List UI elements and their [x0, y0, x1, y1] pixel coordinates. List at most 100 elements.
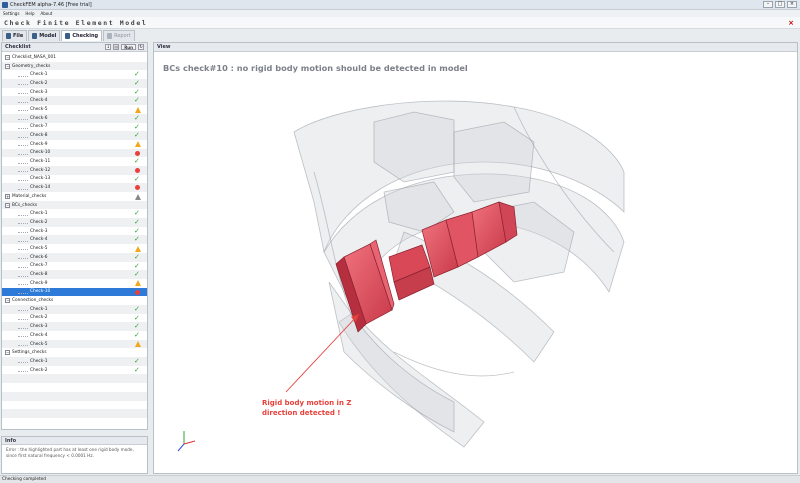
- download-icon[interactable]: ↓: [105, 44, 112, 50]
- check-heading: BCs check#10 : no rigid body motion shou…: [163, 63, 468, 73]
- trash-icon[interactable]: ▤: [113, 44, 120, 50]
- expand-toggle-icon[interactable]: −: [5, 63, 10, 69]
- maximize-icon[interactable]: □: [775, 1, 785, 8]
- tree-group[interactable]: − Connection_checks: [2, 296, 147, 305]
- expand-toggle-icon[interactable]: −: [5, 350, 10, 356]
- check-icon: [134, 71, 141, 78]
- close-window-icon[interactable]: ×: [787, 1, 797, 8]
- checklist-title: Checklist: [5, 44, 31, 50]
- checklist-tree: − Checklist_NASA_001− Geometry_checks Check…: [2, 53, 147, 429]
- tree-guide: [18, 368, 28, 373]
- tree-label: Check-1: [30, 358, 48, 364]
- tree-check-item[interactable]: Check-1: [2, 304, 147, 314]
- tree-check-item[interactable]: Check-14: [2, 183, 147, 192]
- tree-label: Check-2: [30, 80, 48, 86]
- tree-check-item[interactable]: Check-6: [2, 252, 147, 262]
- check-icon: [134, 219, 141, 226]
- tree-group[interactable]: − Geometry_checks: [2, 61, 147, 71]
- tree-label: Check-1: [30, 211, 48, 217]
- menu-help[interactable]: Help: [25, 11, 34, 16]
- check-icon: [134, 358, 141, 365]
- tree-check-item[interactable]: Check-5: [2, 244, 147, 253]
- tab-file[interactable]: File: [2, 30, 28, 41]
- view-panel: View BCs check#10: no rigid body motion…: [153, 42, 798, 474]
- check-icon: [134, 89, 141, 96]
- tree-check-item[interactable]: Check-4: [2, 331, 147, 340]
- tree-check-item[interactable]: Check-3: [2, 227, 147, 236]
- expand-toggle-icon[interactable]: −: [5, 298, 10, 304]
- tree-guide: [18, 333, 28, 338]
- tree-group[interactable]: − BCs_checks: [2, 200, 147, 210]
- tree-group[interactable]: + Material_checks: [2, 192, 147, 201]
- tree-label: Check-1: [30, 72, 48, 78]
- tab-checking[interactable]: Checking: [61, 30, 103, 41]
- tree-check-item[interactable]: Check-2: [2, 79, 147, 88]
- tab-model[interactable]: Model: [28, 30, 61, 41]
- check-icon: [134, 236, 141, 243]
- tree-check-item[interactable]: Check-12: [2, 165, 147, 175]
- minimize-icon[interactable]: –: [763, 1, 773, 8]
- tree-label: Check-10: [30, 150, 51, 156]
- tree-group[interactable]: − Settings_checks: [2, 348, 147, 357]
- tree-check-item[interactable]: Check-1: [2, 357, 147, 366]
- tree-check-item[interactable]: Check-10: [2, 148, 147, 158]
- tree-label: Check-5: [30, 106, 48, 112]
- tree-guide: [18, 160, 28, 164]
- tree-label: Check-7: [30, 263, 48, 269]
- check-icon: [134, 306, 141, 313]
- tree-label: Check-4: [30, 98, 48, 104]
- menu-about[interactable]: About: [41, 11, 53, 16]
- tab-report[interactable]: Report: [103, 30, 135, 41]
- tree-label: Check-12: [30, 167, 51, 173]
- tree-check-item[interactable]: Check-2: [2, 314, 147, 323]
- view-header: View: [154, 43, 797, 52]
- tree-check-item[interactable]: Check-10: [2, 287, 147, 297]
- expand-toggle-icon[interactable]: −: [5, 54, 10, 60]
- tree-guide: [18, 220, 28, 225]
- close-icon[interactable]: ×: [788, 19, 794, 27]
- warning-icon: [135, 106, 141, 113]
- refresh-icon[interactable]: ↻: [138, 44, 144, 50]
- tree-check-item[interactable]: Check-2: [2, 218, 147, 227]
- tree-label: Check-3: [30, 228, 48, 234]
- model-viewport[interactable]: [154, 52, 798, 474]
- tree-check-item[interactable]: Check-1: [2, 209, 147, 218]
- empty-row: [2, 391, 147, 401]
- tree-check-item[interactable]: Check-5: [2, 339, 147, 349]
- tree-label: Check-4: [30, 332, 48, 338]
- tree-check-item[interactable]: Check-11: [2, 157, 147, 166]
- tree-guide: [18, 325, 28, 329]
- tree-label: Check-4: [30, 237, 48, 243]
- tree-check-item[interactable]: Check-6: [2, 113, 147, 123]
- window-controls: – □ ×: [763, 1, 797, 8]
- menu-settings[interactable]: Settings: [3, 11, 19, 16]
- tree-check-item[interactable]: Check-9: [2, 140, 147, 149]
- info-message: Error : the highlighted part has at leas…: [6, 447, 134, 458]
- tree-check-item[interactable]: Check-8: [2, 131, 147, 140]
- expand-toggle-icon[interactable]: +: [5, 193, 10, 199]
- tree-label: BCs_checks: [12, 202, 38, 208]
- tree-check-item[interactable]: Check-13: [2, 175, 147, 184]
- expand-toggle-icon[interactable]: −: [5, 202, 10, 208]
- tree-check-item[interactable]: Check-2: [2, 366, 147, 375]
- checking-icon: [65, 33, 71, 39]
- checklist-tools: ↓ ▤ Run ↻: [105, 44, 144, 50]
- tree-label: Check-2: [30, 315, 48, 321]
- tree-check-item[interactable]: Check-4: [2, 96, 147, 106]
- tree-check-item[interactable]: Check-7: [2, 262, 147, 271]
- tree-label: Check-10: [30, 289, 51, 295]
- check-icon: [134, 367, 141, 374]
- tree-check-item[interactable]: Check-9: [2, 279, 147, 288]
- run-button[interactable]: Run: [121, 44, 136, 50]
- window-titlebar: CheckFEM alpha-7.46 [Free trial] – □ ×: [0, 0, 800, 10]
- check-icon: [134, 124, 141, 131]
- tree-check-item[interactable]: Check-1: [2, 70, 147, 79]
- tree-check-item[interactable]: Check-8: [2, 270, 147, 279]
- tree-root[interactable]: − Checklist_NASA_001: [2, 53, 147, 62]
- tree-check-item[interactable]: Check-4: [2, 235, 147, 245]
- tree-check-item[interactable]: Check-5: [2, 105, 147, 114]
- tree-check-item[interactable]: Check-3: [2, 88, 147, 97]
- tree-check-item[interactable]: Check-7: [2, 123, 147, 132]
- tree-check-item[interactable]: Check-3: [2, 322, 147, 331]
- tree-label: Check-2: [30, 367, 48, 373]
